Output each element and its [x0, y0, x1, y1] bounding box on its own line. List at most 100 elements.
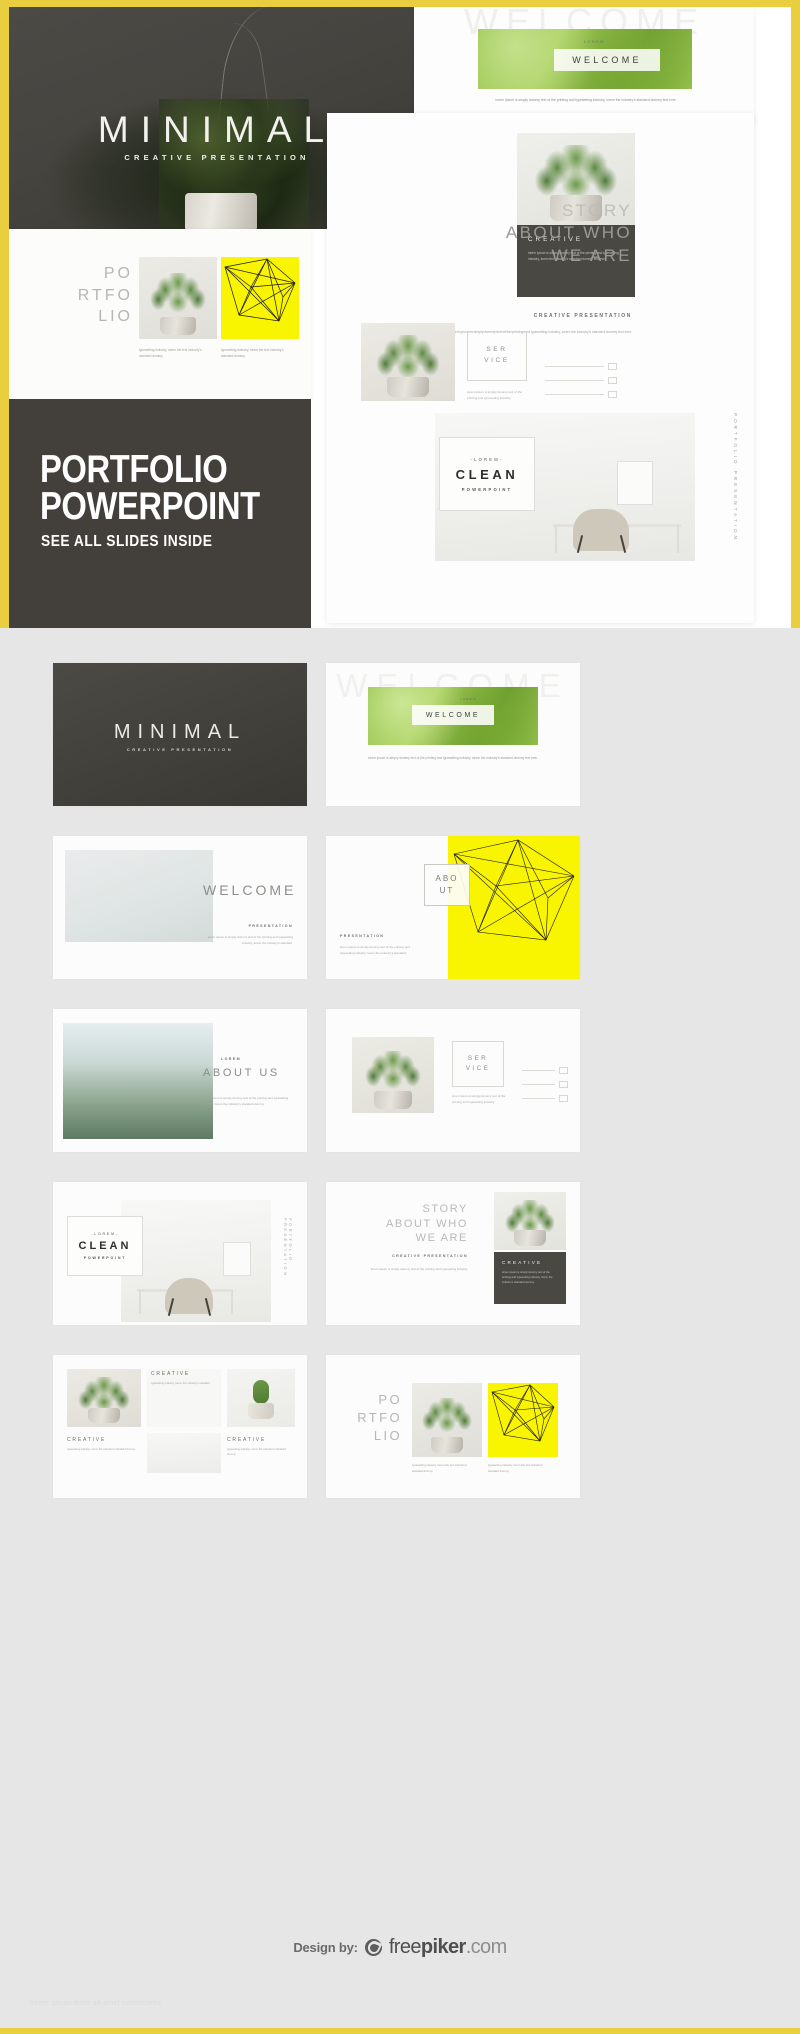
- hero-slide-welcome: WELCOME LOREM WELCOME lorem ipsum is sim…: [414, 7, 754, 125]
- bottom-accent-bar: [0, 2028, 800, 2034]
- thumb9-left-sub: typesetting industry, lorem the industry…: [67, 1448, 136, 1451]
- chair-leg: [576, 535, 583, 553]
- thumb8-succulent-pot: [514, 1230, 546, 1246]
- story-heading-line1: STORY: [562, 201, 632, 220]
- thumb10-title: PO RTFO LIO: [340, 1391, 402, 1446]
- plant-pot: [185, 193, 257, 229]
- thumb9-cactus-photo: [227, 1369, 295, 1427]
- thumb7-title: CLEAN: [78, 1240, 132, 1252]
- wall-frame: [617, 461, 653, 505]
- thumb7-workspace-photo: [121, 1200, 271, 1322]
- thumb10-caption-2: typesetting industry, lorem the text ind…: [488, 1463, 543, 1473]
- hero-slide-portfolio: PO RTFO LIO typesetting industry, lorem …: [9, 229, 311, 399]
- hero-composite: MINIMAL CREATIVE PRESENTATION WELCOME LO…: [0, 0, 800, 628]
- portfolio-succulent-pot: [160, 317, 196, 335]
- thumb10-title-line1: PO: [378, 1392, 402, 1407]
- freepiker-wordmark[interactable]: freepiker.com: [389, 1936, 507, 1959]
- thumb9-succulent-photo: [67, 1369, 141, 1427]
- thumb8-creative-card: CREATIVE lorem ipsum is simply dummy tex…: [494, 1252, 566, 1304]
- thumb7-chair-leg: [167, 1298, 174, 1316]
- thumb6-feature-item: [522, 1067, 568, 1074]
- thumb6-label: SER VICE: [465, 1054, 491, 1072]
- thumb6-succulent-leaves: [364, 1050, 422, 1093]
- thumb6-feature-list: [522, 1067, 568, 1109]
- thumb10-succulent-pot: [431, 1437, 463, 1453]
- thumb8-heading-line3: WE ARE: [415, 1232, 468, 1245]
- thumbnail-slide-4[interactable]: ABO UT PRESENTATION lorem ipsum is simply…: [326, 836, 580, 979]
- thumb4-label: ABO UT: [435, 874, 459, 895]
- thumbnail-slide-8[interactable]: CREATIVE lorem ipsum is simply dummy tex…: [326, 1182, 580, 1325]
- portfolio-caption-1: typesetting industry, lorem the text ind…: [139, 348, 202, 359]
- portfolio-succulent-leaves: [149, 272, 207, 317]
- logo-free: free: [388, 1936, 422, 1958]
- thumbnail-slide-6[interactable]: SER VICE lorem ipsum is simply dummy text…: [326, 1009, 580, 1152]
- thumb10-title-line2: RTFO: [357, 1410, 402, 1426]
- thumb3-body: lorem ipsum is simply dummy text of the …: [207, 935, 293, 945]
- thumbnail-slide-10[interactable]: PO RTFO LIO typesetting industry, lorem …: [326, 1355, 580, 1498]
- portfolio-caption-2: typesetting industry, lorem the text ind…: [221, 348, 284, 359]
- service-label: SER VICE: [484, 346, 510, 364]
- minimal-subtitle: CREATIVE PRESENTATION: [124, 153, 310, 162]
- thumb5-forest-photo: [63, 1023, 213, 1139]
- thumb9-top-label: CREATIVE: [151, 1371, 191, 1377]
- thumbnail-slide-3[interactable]: WELCOME PRESENTATION lorem ipsum is simp…: [53, 836, 307, 979]
- thumb9-top-blank-panel: [147, 1369, 221, 1427]
- welcome-caption: lorem ipsum is simply dummy text of the …: [495, 98, 677, 102]
- portfolio-title-line1: PO: [103, 265, 133, 282]
- thumb7-desk-leg: [139, 1290, 141, 1314]
- thumbnail-slide-2[interactable]: WELCOME LOREM WELCOME lorem ipsum is sim…: [326, 663, 580, 806]
- service-feature-list: [545, 363, 617, 405]
- desk-leg: [677, 525, 679, 553]
- thumb7-wall-frame: [223, 1242, 251, 1276]
- portfolio-photo-wireframe: [221, 257, 299, 339]
- thumbnail-slide-7[interactable]: -LOREM- CLEAN POWERPOINT PORTFOLIO PRESE…: [53, 1182, 307, 1325]
- thumb7-vertical-label: PORTFOLIO PRESENTATION: [283, 1218, 293, 1278]
- hero-slide-story: CREATIVE lorem ipsum is simply dummy tex…: [327, 113, 754, 623]
- thumb6-body: lorem ipsum is simply dummy text of the …: [452, 1094, 506, 1104]
- thumb1-subtitle: CREATIVE PRESENTATION: [126, 747, 234, 752]
- service-label-box: SER VICE: [467, 331, 527, 381]
- thumb6-succulent-photo: [352, 1037, 434, 1113]
- thumb9-cactus-body: [253, 1380, 269, 1405]
- hero-inner: MINIMAL CREATIVE PRESENTATION WELCOME LO…: [9, 7, 791, 628]
- service-feature-item: [545, 377, 617, 384]
- clean-vertical-label: PORTFOLIO PRESENTATION: [733, 413, 738, 542]
- story-heading: STORY ABOUT WHO WE ARE: [392, 200, 632, 267]
- thumb5-lorem: LOREM: [221, 1057, 241, 1061]
- thumb9-right-label: CREATIVE: [227, 1437, 267, 1443]
- thumbnail-slide-9[interactable]: CREATIVE typesetting industry, lorem the…: [53, 1355, 307, 1498]
- thumb2-caption: lorem ipsum is simply dummy text of the …: [367, 756, 539, 760]
- thumb8-succulent-photo: [494, 1192, 566, 1250]
- thumb9-top-sub: typesetting industry, lorem the industry…: [151, 1382, 210, 1385]
- thumb10-succulent-photo: [412, 1383, 482, 1457]
- thumb7-chair-leg: [204, 1298, 211, 1316]
- thumb9-right-sub: typesetting industry, lorem the industry…: [227, 1448, 286, 1457]
- welcome-label: WELCOME: [572, 55, 642, 65]
- logo-com: .com: [465, 1936, 508, 1958]
- service-body-text: lorem ipsum is simply dummy text of the …: [467, 390, 523, 401]
- thumb6-feature-item: [522, 1095, 568, 1102]
- thumbnail-slide-5[interactable]: LOREM ABOUT US lorem ipsum is simply dum…: [53, 1009, 307, 1152]
- chair: [573, 509, 629, 553]
- thumb4-body: lorem ipsum is simply dummy text of the …: [340, 945, 410, 955]
- thumb2-label: WELCOME: [425, 711, 481, 719]
- thumb3-tag: PRESENTATION: [248, 924, 293, 928]
- thumb6-succulent-pot: [374, 1091, 412, 1109]
- thumbnail-slide-1[interactable]: MINIMAL CREATIVE PRESENTATION: [53, 663, 307, 806]
- thumb2-lorem: LOREM: [460, 697, 477, 701]
- minimal-title: MINIMAL: [97, 109, 337, 150]
- portfolio-title: PO RTFO LIO: [61, 263, 133, 328]
- thumb10-title-line3: LIO: [373, 1428, 402, 1444]
- thumb10-caption-1: typesetting industry, lorem the text ind…: [412, 1463, 467, 1473]
- slide-thumbnail-grid: MINIMAL CREATIVE PRESENTATION WELCOME LO…: [0, 628, 800, 2034]
- thumb7-lorem: -LOREM-: [91, 1232, 119, 1236]
- desk-leg: [555, 525, 557, 553]
- thumb6-feature-item: [522, 1081, 568, 1088]
- service-succulent-pot: [387, 377, 429, 397]
- thumb4-yellow-panel: [448, 836, 580, 979]
- thumb8-heading: STORY ABOUT WHO WE ARE: [340, 1202, 468, 1246]
- thumb8-heading-line1: STORY: [422, 1203, 468, 1215]
- story-heading-line2: ABOUT WHO: [505, 223, 632, 243]
- thumb8-card-title: CREATIVE: [502, 1260, 543, 1265]
- thumb5-title: ABOUT US: [203, 1067, 280, 1079]
